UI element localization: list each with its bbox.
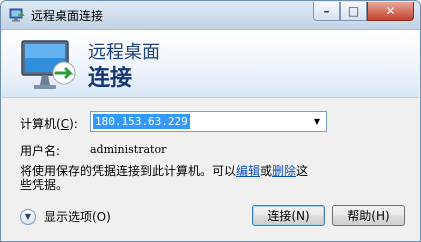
- close-button[interactable]: ✕: [367, 2, 414, 21]
- close-icon: ✕: [385, 4, 396, 18]
- minimize-icon: –: [323, 4, 330, 18]
- monitor-icon: [21, 40, 76, 89]
- remote-desktop-window: 远程桌面连接 – □ ✕ 远程桌面 连接 计算机(C): 180.153.63.…: [0, 0, 421, 242]
- info-text-or: 或: [260, 164, 273, 178]
- help-button[interactable]: 帮助(H): [332, 205, 405, 226]
- edit-credentials-link[interactable]: 编辑: [236, 164, 260, 178]
- title-bar[interactable]: 远程桌面连接 – □ ✕: [1, 1, 420, 30]
- help-button-label: 帮助(H): [347, 209, 390, 223]
- connect-button-label: 连接(N): [267, 209, 310, 223]
- username-label: 用户名:: [20, 144, 61, 158]
- remote-desktop-icon: [9, 8, 25, 22]
- maximize-icon: □: [347, 4, 360, 18]
- computer-label-suffix: ):: [69, 117, 78, 131]
- show-options-toggle[interactable]: ▼ 显示选项(O): [20, 208, 111, 225]
- dropdown-arrow-icon[interactable]: ▼: [310, 114, 324, 129]
- window-title: 远程桌面连接: [31, 9, 104, 23]
- computer-label-accesskey: C: [60, 117, 70, 131]
- username-value: administrator: [90, 143, 167, 156]
- minimize-button[interactable]: –: [313, 2, 340, 21]
- info-text-part1: 将使用保存的凭据连接到此计算机。可以: [20, 164, 237, 178]
- connect-button[interactable]: 连接(N): [252, 205, 325, 226]
- chevron-down-icon[interactable]: ▼: [20, 208, 36, 225]
- banner-title-line2: 连接: [88, 66, 133, 91]
- credentials-info: 将使用保存的凭据连接到此计算机。可以编辑或删除这些凭据。: [20, 164, 320, 192]
- maximize-button[interactable]: □: [340, 2, 367, 21]
- computer-combobox[interactable]: 180.153.63.229 ▼: [90, 111, 327, 132]
- computer-label: 计算机(C):: [20, 115, 78, 132]
- delete-credentials-link[interactable]: 删除: [272, 164, 296, 178]
- computer-label-prefix: 计算机(: [20, 117, 61, 131]
- header-banner: 远程桌面 连接: [2, 30, 419, 98]
- computer-input[interactable]: 180.153.63.229: [93, 114, 190, 129]
- show-options-label[interactable]: 显示选项(O): [44, 208, 111, 225]
